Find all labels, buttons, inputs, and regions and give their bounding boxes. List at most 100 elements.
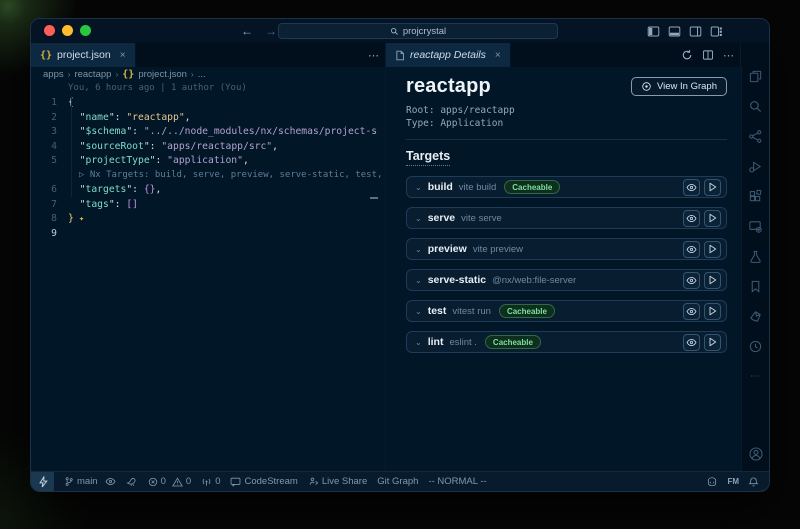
run-debug-icon[interactable] xyxy=(747,157,765,175)
explorer-icon[interactable] xyxy=(747,67,765,85)
problems-item[interactable]: 0 0 xyxy=(148,476,192,487)
view-target-button[interactable] xyxy=(683,210,700,227)
command-center-search[interactable]: projcrystal xyxy=(278,23,558,39)
breadcrumb-item-file[interactable]: project.json xyxy=(138,69,187,80)
gitlens-icon[interactable] xyxy=(747,307,765,325)
gitlens-bird-item[interactable] xyxy=(126,476,138,487)
view-target-button[interactable] xyxy=(683,179,700,196)
code-line[interactable]: 6 "targets": {}, xyxy=(31,183,385,198)
tab-label: reactapp Details xyxy=(410,49,486,61)
target-row[interactable]: ⌄ preview vite preview xyxy=(406,238,727,260)
code-line[interactable]: 4 "sourceRoot": "apps/reactapp/src", xyxy=(31,139,385,154)
eye-icon[interactable] xyxy=(105,477,116,486)
close-tab-icon[interactable]: × xyxy=(120,50,126,61)
target-name: lint xyxy=(428,336,444,348)
json-editor[interactable]: apps › reactapp › {} project.json › ... … xyxy=(31,67,386,471)
nx-targets-codelens[interactable]: ▷ Nx Targets: build, serve, preview, ser… xyxy=(31,168,385,183)
run-target-button[interactable] xyxy=(704,241,721,258)
run-target-button[interactable] xyxy=(704,179,721,196)
titlebar: ← → projcrystal xyxy=(31,19,769,43)
targets-list: ⌄ build vite build Cacheable ⌄ serve vit… xyxy=(406,176,727,353)
tab-project-json[interactable]: {} project.json × xyxy=(31,43,136,67)
more-views-icon[interactable]: ⋯ xyxy=(747,367,765,385)
source-graph-icon[interactable] xyxy=(747,127,765,145)
target-row[interactable]: ⌄ lint eslint . Cacheable xyxy=(406,331,727,353)
account-icon[interactable] xyxy=(747,445,765,463)
vim-mode-indicator[interactable]: -- NORMAL -- xyxy=(428,476,486,487)
run-target-button[interactable] xyxy=(704,334,721,351)
code-line[interactable]: 7 "tags": [] xyxy=(31,197,385,212)
search-icon[interactable] xyxy=(747,97,765,115)
breadcrumb-item-reactapp[interactable]: reactapp xyxy=(74,69,111,80)
layout-panel-icon[interactable] xyxy=(668,25,681,38)
git-blame-annotation: You, 6 hours ago | 1 author (You) xyxy=(31,81,385,96)
run-target-button[interactable] xyxy=(704,303,721,320)
code-line[interactable]: 1{ xyxy=(31,96,385,111)
json-file-icon: {} xyxy=(122,69,134,80)
chevron-down-icon[interactable]: ⌄ xyxy=(415,307,422,316)
breadcrumb-item-symbol[interactable]: ... xyxy=(198,69,206,80)
git-branch-item[interactable]: main xyxy=(64,476,116,487)
view-target-button[interactable] xyxy=(683,303,700,320)
history-forward-button[interactable]: → xyxy=(265,24,277,38)
target-name: serve-static xyxy=(428,274,486,286)
chevron-down-icon[interactable]: ⌄ xyxy=(415,214,422,223)
eye-icon xyxy=(686,245,697,254)
chevron-down-icon[interactable]: ⌄ xyxy=(415,245,422,254)
tab-reactapp-details[interactable]: reactapp Details × xyxy=(386,43,511,67)
breadcrumb[interactable]: apps › reactapp › {} project.json › ... xyxy=(31,67,385,81)
bookmarks-icon[interactable] xyxy=(747,277,765,295)
chevron-down-icon[interactable]: ⌄ xyxy=(415,276,422,285)
play-icon xyxy=(708,213,717,223)
history-back-button[interactable]: ← xyxy=(241,24,253,38)
target-row[interactable]: ⌄ test vitest run Cacheable xyxy=(406,300,727,322)
cacheable-badge: Cacheable xyxy=(485,335,541,349)
more-actions-icon[interactable]: ⋯ xyxy=(368,49,379,62)
notifications-bell-icon[interactable] xyxy=(748,476,759,488)
chevron-down-icon[interactable]: ⌄ xyxy=(415,183,422,192)
gitgraph-item[interactable]: Git Graph xyxy=(377,476,418,487)
code-line[interactable]: 8} ✦ xyxy=(31,212,385,227)
fm-indicator[interactable]: FM xyxy=(727,477,739,486)
split-editor-icon[interactable] xyxy=(702,49,714,61)
layout-customize-icon[interactable] xyxy=(710,25,723,38)
target-command: vite preview xyxy=(473,244,523,255)
code-line[interactable]: 9 xyxy=(31,226,385,241)
close-tab-icon[interactable]: × xyxy=(495,50,501,61)
run-target-button[interactable] xyxy=(704,272,721,289)
maximize-window-button[interactable] xyxy=(80,25,91,36)
target-name: preview xyxy=(428,243,467,255)
code-line[interactable]: 5 "projectType": "application", xyxy=(31,154,385,169)
view-target-button[interactable] xyxy=(683,334,700,351)
remote-indicator[interactable] xyxy=(31,472,54,491)
test-beaker-icon[interactable] xyxy=(747,247,765,265)
more-actions-icon[interactable]: ⋯ xyxy=(723,49,734,62)
run-target-button[interactable] xyxy=(704,210,721,227)
breadcrumb-item-apps[interactable]: apps xyxy=(43,69,64,80)
liveshare-item[interactable]: Live Share xyxy=(308,476,367,487)
left-editor-tabbar: {} project.json × ⋯ xyxy=(31,43,386,67)
timeline-clock-icon[interactable] xyxy=(747,337,765,355)
code-line[interactable]: 2 "name": "reactapp", xyxy=(31,110,385,125)
copilot-icon[interactable] xyxy=(706,476,718,487)
minimize-window-button[interactable] xyxy=(62,25,73,36)
remote-explorer-icon[interactable] xyxy=(747,217,765,235)
view-target-button[interactable] xyxy=(683,241,700,258)
code-area[interactable]: You, 6 hours ago | 1 author (You)1{2 "na… xyxy=(31,81,385,471)
target-row[interactable]: ⌄ serve vite serve xyxy=(406,207,727,229)
target-row[interactable]: ⌄ serve-static @nx/web:file-server xyxy=(406,269,727,291)
layout-sidebar-left-icon[interactable] xyxy=(647,25,660,38)
layout-sidebar-right-icon[interactable] xyxy=(689,25,702,38)
close-window-button[interactable] xyxy=(44,25,55,36)
file-icon xyxy=(395,50,405,61)
view-target-button[interactable] xyxy=(683,272,700,289)
ports-item[interactable]: 0 xyxy=(201,476,220,487)
view-in-graph-button[interactable]: View In Graph xyxy=(631,77,727,96)
codestream-item[interactable]: CodeStream xyxy=(230,476,297,487)
line-number: 6 xyxy=(31,184,57,195)
chevron-down-icon[interactable]: ⌄ xyxy=(415,338,422,347)
refresh-icon[interactable] xyxy=(681,49,693,61)
code-line[interactable]: 3 "$schema": "../../node_modules/nx/sche… xyxy=(31,125,385,140)
extensions-icon[interactable] xyxy=(747,187,765,205)
target-row[interactable]: ⌄ build vite build Cacheable xyxy=(406,176,727,198)
